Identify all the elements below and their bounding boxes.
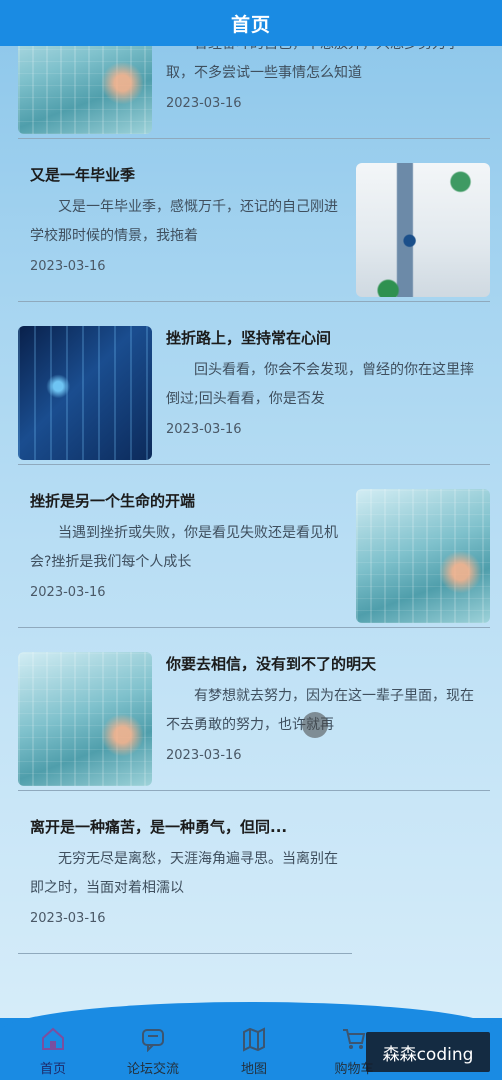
page-title: 首页: [230, 13, 271, 36]
article-date: 2023-03-16: [30, 585, 106, 600]
article-card[interactable]: 又是一年毕业季 又是一年毕业季，感慨万千，还记的自己刚进学校那时候的情景，我拖着…: [18, 151, 490, 302]
article-title[interactable]: 你要去相信，没有到不了的明天: [166, 652, 480, 676]
article-title[interactable]: 挫折路上，坚持常在心间: [166, 326, 480, 350]
article-summary: 回头看看，你会不会发现，曾经的你在这里摔倒过;回头看看，你是否发: [166, 362, 474, 407]
article-date: 2023-03-16: [166, 422, 242, 437]
tab-map[interactable]: 地图: [214, 1026, 294, 1080]
article-date: 2023-03-16: [166, 96, 242, 111]
map-icon: [241, 1026, 267, 1052]
tab-forum[interactable]: 论坛交流: [113, 1026, 193, 1080]
watermark: 森森coding: [366, 1032, 490, 1072]
article-thumbnail[interactable]: [18, 652, 152, 786]
article-card[interactable]: 你要去相信，没有到不了的明天 有梦想就去努力，因为在这一辈子里面，现在不去勇敢的…: [18, 640, 490, 791]
home-icon: [40, 1026, 66, 1052]
article-summary: 又是一年毕业季，感慨万千，还记的自己刚进学校那时候的情景，我拖着: [30, 199, 338, 244]
article-title[interactable]: 挫折是另一个生命的开端: [30, 489, 342, 513]
article-title[interactable]: 离开是一种痛苦，是一种勇气，但同...: [30, 815, 342, 839]
touch-indicator: [302, 712, 328, 738]
article-date: 2023-03-16: [166, 748, 242, 763]
article-thumbnail[interactable]: [356, 489, 490, 623]
top-navbar: 首页: [0, 0, 502, 46]
tab-label: 地图: [240, 1062, 267, 1077]
article-title[interactable]: 又是一年毕业季: [30, 163, 342, 187]
tab-label: 论坛交流: [126, 1062, 179, 1077]
article-card[interactable]: 挫折是另一个生命的开端 当遇到挫折或失败，你是看见失败还是看见机会?挫折是我们每…: [18, 477, 490, 628]
article-summary: 当遇到挫折或失败，你是看见失败还是看见机会?挫折是我们每个人成长: [30, 525, 338, 570]
article-summary: 无穷无尽是离愁，天涯海角遍寻思。当离别在即之时，当面对着相濡以: [30, 851, 338, 896]
cart-icon: [341, 1026, 367, 1052]
article-date: 2023-03-16: [30, 259, 106, 274]
tab-home[interactable]: 首页: [13, 1026, 93, 1080]
article-card[interactable]: 离开是一种痛苦，是一种勇气，但同... 无穷无尽是离愁，天涯海角遍寻思。当离别在…: [18, 803, 352, 954]
chat-icon: [140, 1026, 166, 1053]
tab-label: 首页: [39, 1062, 66, 1077]
article-card[interactable]: 挫折路上，坚持常在心间 回头看看，你会不会发现，曾经的你在这里摔倒过;回头看看，…: [18, 314, 490, 465]
article-thumbnail[interactable]: [18, 326, 152, 460]
article-thumbnail[interactable]: [356, 163, 490, 297]
article-date: 2023-03-16: [30, 911, 106, 926]
